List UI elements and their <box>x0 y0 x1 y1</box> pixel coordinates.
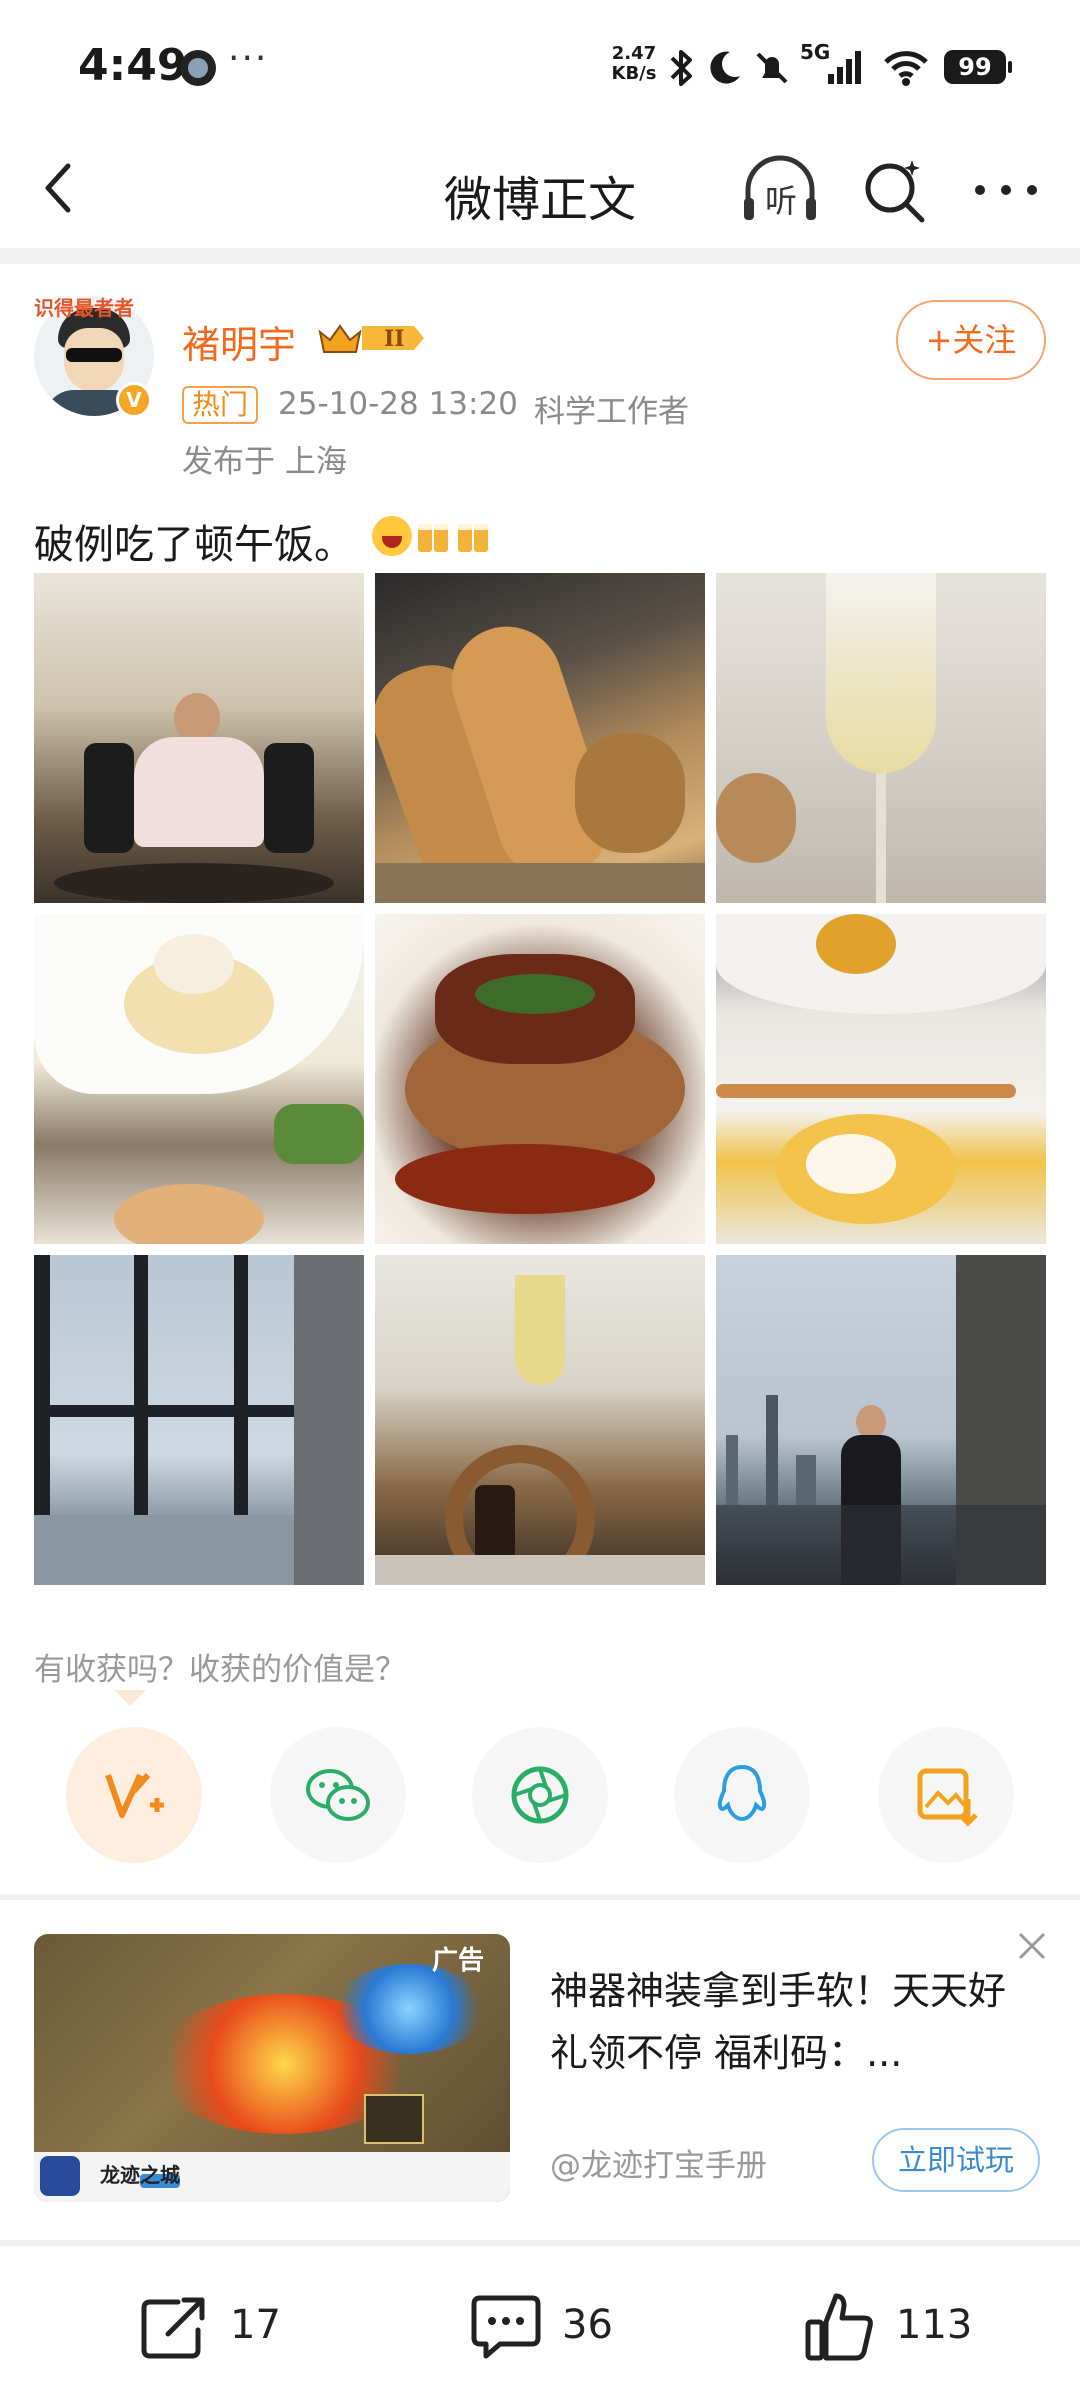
moments-icon <box>511 1766 569 1824</box>
top-nav-bar: 微博正文 听 <box>0 130 1080 246</box>
status-time: 4:49 <box>78 40 188 91</box>
follow-button[interactable]: +关注 <box>896 300 1046 380</box>
photo-window-view[interactable] <box>34 1255 364 1585</box>
photo-champagne-bottle[interactable] <box>375 1255 705 1585</box>
wifi-icon <box>884 51 928 86</box>
section-divider <box>0 1894 1080 1900</box>
verified-badge-icon: V <box>116 382 152 418</box>
value-plus-icon <box>105 1773 164 1818</box>
photo-dessert[interactable] <box>716 914 1046 1244</box>
ad-label: 广告 <box>432 1946 485 1976</box>
repost-button[interactable]: 17 <box>138 2290 318 2362</box>
value-plus-button[interactable] <box>66 1727 202 1863</box>
ad-try-now-button[interactable]: 立即试玩 <box>872 2128 1040 2192</box>
avatar-ribbon: 识得最者者 <box>34 296 134 320</box>
save-image-button[interactable] <box>878 1727 1014 1863</box>
wechat-icon <box>306 1769 370 1821</box>
comment-icon <box>471 2295 541 2359</box>
net-speed-value: 2.47 <box>611 43 657 64</box>
search-icon[interactable] <box>860 156 932 228</box>
listen-label[interactable]: 听 <box>765 176 797 222</box>
net-speed: 2.47 KB/s <box>608 44 660 84</box>
battery-indicator: 99 <box>944 50 1012 84</box>
post-text: 破例吃了顿午饭。 <box>34 522 354 568</box>
hot-tag: 热门 <box>182 386 259 424</box>
vip-crown-badge-icon[interactable]: II <box>318 318 428 358</box>
author-title: 科学工作者 <box>534 394 689 430</box>
like-button[interactable]: 113 <box>804 2290 1004 2362</box>
like-count: 113 <box>896 2302 973 2348</box>
section-divider <box>0 248 1080 264</box>
comment-count: 36 <box>562 2302 613 2348</box>
repost-icon <box>141 2297 205 2359</box>
photo-bread[interactable] <box>375 573 705 903</box>
more-options-icon[interactable] <box>968 154 1044 226</box>
post-timestamp: 25-10-28 13:20 <box>278 386 518 422</box>
avatar-glasses <box>66 348 122 362</box>
photo-man-in-restaurant[interactable] <box>34 573 364 903</box>
beer-emoji-icon <box>418 524 448 552</box>
ad-close-icon[interactable] <box>1012 1926 1052 1966</box>
share-qq-button[interactable] <box>674 1727 810 1863</box>
share-moments-button[interactable] <box>472 1727 608 1863</box>
laugh-emoji-icon <box>372 516 412 556</box>
comment-button[interactable]: 36 <box>470 2290 650 2362</box>
moon-icon <box>710 51 740 84</box>
ad-source[interactable]: @龙迹打宝手册 <box>550 2140 767 2185</box>
clock-app-icon <box>180 50 216 86</box>
photo-champagne-glass[interactable] <box>716 573 1046 903</box>
value-prompt[interactable]: 有收获吗？收获的价值是？ <box>34 1644 406 1689</box>
photo-man-on-terrace[interactable] <box>716 1255 1046 1585</box>
share-wechat-button[interactable] <box>270 1727 406 1863</box>
photo-meat-dish[interactable] <box>375 914 705 1244</box>
author-name[interactable]: 褚明宇 <box>182 314 296 369</box>
ad-title[interactable]: 神器神装拿到手软！天天好礼领不停 福利码：... <box>550 1960 1030 2084</box>
beer-emoji-icon <box>458 524 488 552</box>
bottom-action-bar: 17 36 113 <box>0 2246 1080 2400</box>
status-bar: 4:49 ··· 2.47 KB/s 5G 99 <box>0 0 1080 130</box>
save-image-icon <box>917 1768 978 1827</box>
more-notifications-icon: ··· <box>228 38 269 79</box>
bluetooth-icon <box>670 50 692 86</box>
signal-icon <box>828 51 861 84</box>
net-speed-unit: KB/s <box>611 63 657 84</box>
photo-eggs-benedict[interactable] <box>34 914 364 1244</box>
prompt-caret <box>114 1690 146 1706</box>
ad-game-name: 龙迹之城 <box>100 2163 180 2187</box>
qq-icon <box>717 1764 767 1822</box>
mute-bell-icon <box>756 52 788 84</box>
repost-count: 17 <box>230 2302 281 2348</box>
svg-text:II: II <box>384 326 405 352</box>
thumbs-up-icon <box>805 2293 873 2361</box>
photo-grid <box>34 573 1046 1585</box>
post-location: 发布于 上海 <box>182 444 347 480</box>
